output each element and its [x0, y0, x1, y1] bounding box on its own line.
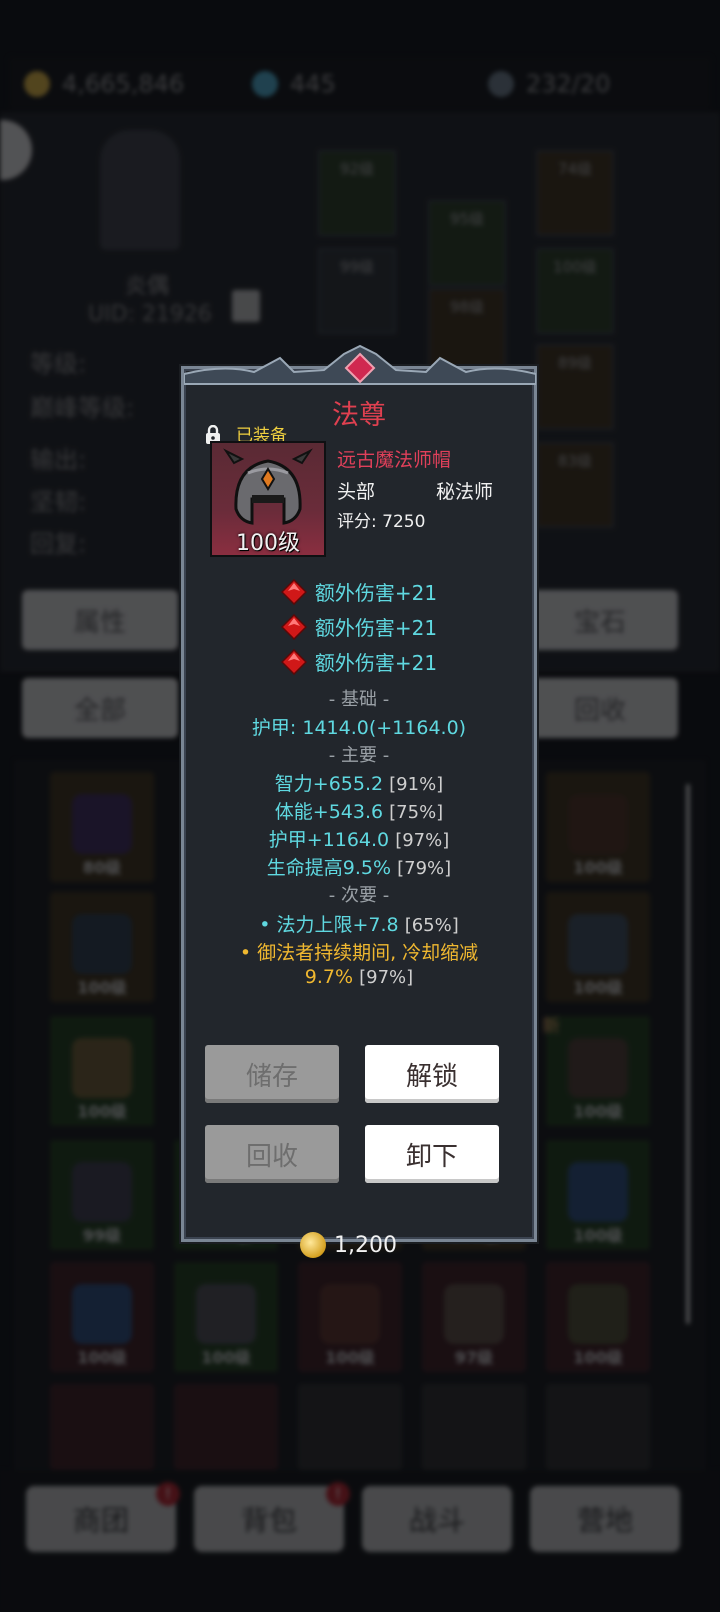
red-gem-icon	[280, 648, 307, 675]
main-stat: 生命提高9.5% [79%]	[184, 853, 534, 880]
stat-text: 生命提高9.5%	[266, 857, 392, 879]
stat-percent: [65%]	[404, 915, 459, 936]
sub-stat-affix-value: 9.7% [97%]	[184, 966, 534, 988]
stat-percent: [75%]	[389, 802, 444, 823]
gem-bonus-row: 额外伤害+21	[184, 647, 534, 676]
red-gem-icon	[280, 613, 307, 640]
sub-stat: • 法力上限+7.8 [65%]	[184, 910, 534, 937]
unlock-button[interactable]: 解锁	[365, 1045, 499, 1103]
main-stat: 护甲+1164.0 [97%]	[184, 825, 534, 852]
sub-stat-affix: • 御法者持续期间, 冷却缩减	[239, 942, 479, 964]
unequip-button[interactable]: 卸下	[365, 1125, 499, 1183]
recycle-price: 1,200	[300, 1232, 397, 1258]
main-stat: 智力+655.2 [91%]	[184, 769, 534, 796]
gold-coin-icon	[300, 1232, 326, 1258]
stat-percent: [79%]	[397, 858, 452, 879]
stat-text: 体能+543.6	[274, 801, 384, 823]
popup-crown-ornament	[184, 344, 536, 385]
stat-percent: [91%]	[389, 774, 444, 795]
item-score: 评分: 7250	[337, 512, 426, 532]
gem-bonus-text: 额外伤害+21	[314, 616, 438, 640]
section-base-header: - 基础 -	[328, 689, 390, 710]
stat-text: 智力+655.2	[274, 773, 384, 795]
gem-bonus-text: 额外伤害+21	[314, 651, 438, 675]
base-armor-stat: 护甲: 1414.0(+1164.0)	[251, 717, 467, 739]
item-name: 远古魔法师帽	[337, 449, 452, 471]
main-stat: 体能+543.6 [75%]	[184, 797, 534, 824]
store-button[interactable]: 储存	[205, 1045, 339, 1103]
section-main-header: - 主要 -	[328, 745, 390, 766]
item-detail-popup: 法尊 已装备 100级 远古魔法师帽 头部 秘法师 评分: 7250 额外伤害+…	[181, 366, 537, 1242]
game-screen: 4,665,846 445 232/20 炎偶 UID: 21926 等级: 巅…	[0, 0, 720, 1612]
item-class: 秘法师	[436, 481, 494, 503]
section-sub-header: - 次要 -	[328, 885, 390, 906]
red-gem-icon	[280, 578, 307, 605]
item-slot-type: 头部	[337, 481, 376, 503]
stat-text: 护甲+1164.0	[268, 829, 390, 851]
item-icon-slot: 100级	[210, 441, 326, 557]
price-amount: 1,200	[334, 1232, 397, 1258]
recycle-button[interactable]: 回收	[205, 1125, 339, 1183]
gem-bonus-row: 额外伤害+21	[184, 577, 534, 606]
stat-percent: [97%]	[395, 830, 450, 851]
gem-bonus-row: 额外伤害+21	[184, 612, 534, 641]
stat-percent: [97%]	[359, 967, 414, 988]
item-level: 100级	[236, 531, 300, 556]
stat-text: • 法力上限+7.8	[259, 914, 399, 936]
stat-text: 9.7%	[304, 966, 354, 988]
gem-bonus-text: 额外伤害+21	[314, 581, 438, 605]
